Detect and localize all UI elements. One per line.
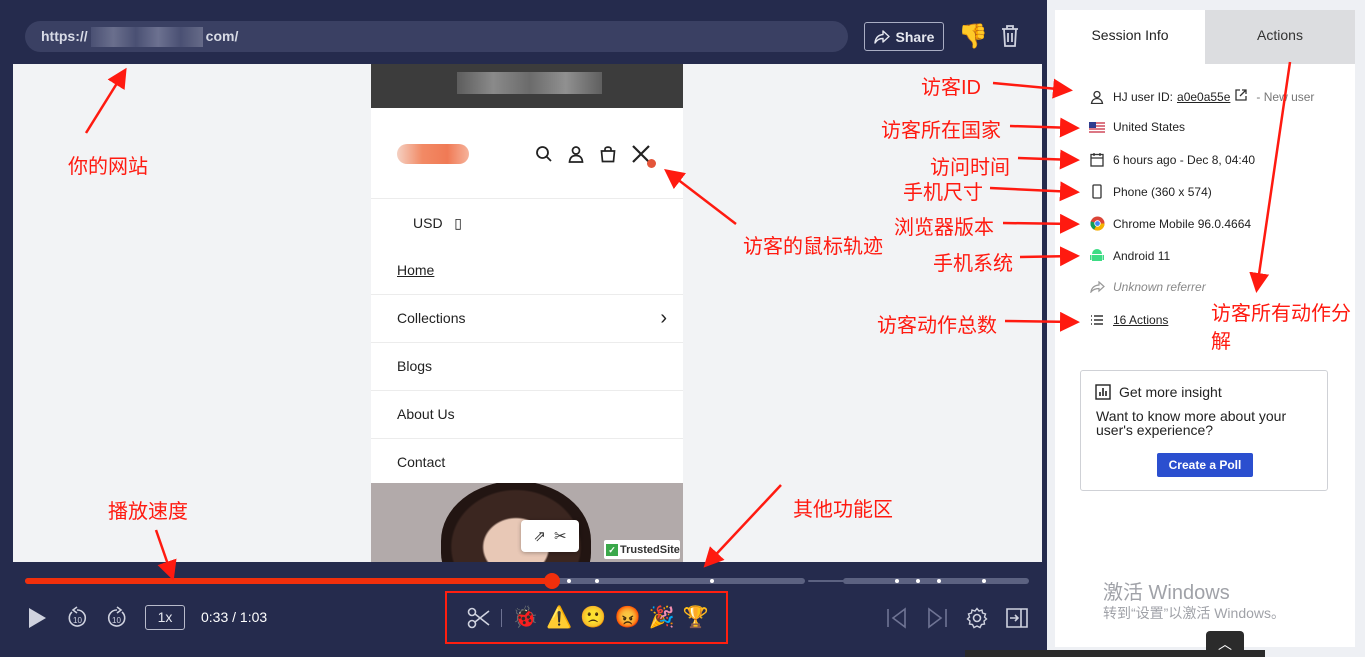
menu-item-contact[interactable]: Contact xyxy=(371,439,683,487)
country-row: United States xyxy=(1089,120,1185,134)
thumbs-down-icon[interactable]: 👎 xyxy=(958,22,988,51)
trusted-site-badge: ✓ TrustedSite xyxy=(604,540,680,559)
phone-icon xyxy=(1089,184,1105,199)
annotation-browser: 浏览器版本 xyxy=(894,217,994,239)
browser-row: Chrome Mobile 96.0.4664 xyxy=(1089,216,1251,231)
annotation-other: 其他功能区 xyxy=(793,499,893,521)
rewind-10-icon[interactable]: 10 xyxy=(66,606,88,630)
close-menu-button[interactable] xyxy=(631,144,656,168)
url-redacted xyxy=(90,27,203,48)
timeline-event-marker[interactable] xyxy=(916,579,920,583)
svg-text:10: 10 xyxy=(112,616,121,625)
external-link-icon[interactable] xyxy=(1234,88,1248,105)
annotation-visitor-id: 访客ID xyxy=(921,77,981,99)
user-id-link[interactable]: a0e0a55e xyxy=(1177,90,1230,104)
forward-10-icon[interactable]: 10 xyxy=(106,606,128,630)
svg-text:10: 10 xyxy=(73,616,82,625)
play-icon[interactable] xyxy=(26,606,48,630)
scissors-icon[interactable]: ✂ xyxy=(554,527,567,545)
user-icon xyxy=(1089,90,1105,104)
share-icon[interactable]: ⇗ xyxy=(533,527,546,545)
playback-timeline[interactable] xyxy=(25,573,1029,589)
scissors-icon[interactable] xyxy=(467,606,491,630)
share-icon xyxy=(873,29,890,44)
timeline-event-marker[interactable] xyxy=(895,579,899,583)
settings-gear-icon[interactable] xyxy=(966,607,988,629)
calendar-icon xyxy=(1089,152,1105,167)
create-poll-button[interactable]: Create a Poll xyxy=(1157,453,1253,477)
menu-item-collections[interactable]: Collections › xyxy=(371,295,683,343)
actions-count-link[interactable]: 16 Actions xyxy=(1113,313,1168,327)
search-icon[interactable] xyxy=(535,145,553,163)
clip-share-popover[interactable]: ⇗ ✂ xyxy=(521,520,579,552)
device-row: Phone (360 x 574) xyxy=(1089,184,1212,199)
chevron-right-icon: › xyxy=(660,307,667,329)
trophy-reaction-icon[interactable]: 🏆 xyxy=(683,606,709,630)
account-icon[interactable] xyxy=(567,145,585,163)
timeline-event-marker[interactable] xyxy=(982,579,986,583)
annotation-website: 你的网站 xyxy=(68,156,148,178)
playback-time: 0:33 / 1:03 xyxy=(201,609,268,625)
tab-session-info[interactable]: Session Info xyxy=(1055,10,1205,64)
website-preview: USD ▯ Home Collections › Blogs About Us C… xyxy=(371,64,683,562)
us-flag-icon xyxy=(1089,121,1105,133)
url-prefix: https:// xyxy=(41,28,88,44)
annotation-os: 手机系统 xyxy=(933,253,1013,275)
share-icon xyxy=(1089,281,1105,293)
cart-icon[interactable] xyxy=(599,145,617,163)
referrer-row: Unknown referrer xyxy=(1089,280,1206,294)
trash-icon[interactable] xyxy=(1000,24,1020,53)
insight-card: Get more insight Want to know more about… xyxy=(1080,370,1328,491)
site-logo xyxy=(397,144,469,164)
annotation-speed: 播放速度 xyxy=(108,501,188,523)
warning-reaction-icon[interactable]: ⚠️ xyxy=(546,606,572,630)
list-icon xyxy=(1089,314,1105,326)
bug-reaction-icon[interactable]: 🐞 xyxy=(512,606,538,630)
annotation-actions-total: 访客动作总数 xyxy=(877,315,997,337)
next-event-icon[interactable] xyxy=(925,607,949,629)
user-id-row: HJ user ID: a0e0a55e - New user xyxy=(1089,88,1314,105)
confused-reaction-icon[interactable]: 🙁 xyxy=(580,606,606,630)
menu-item-blogs[interactable]: Blogs xyxy=(371,343,683,391)
announcement-bar xyxy=(371,64,683,108)
exit-fullscreen-icon[interactable] xyxy=(1005,607,1029,629)
url-bar: https:// com/ xyxy=(25,21,848,52)
chrome-icon xyxy=(1089,216,1105,231)
reactions-toolbar: 🐞 ⚠️ 🙁 😡 🎉 🏆 xyxy=(445,591,728,644)
mouse-cursor-marker xyxy=(647,159,656,168)
timeline-event-marker[interactable] xyxy=(595,579,599,583)
os-row: Android 11 xyxy=(1089,248,1170,263)
menu-item-about-us[interactable]: About Us xyxy=(371,391,683,439)
party-reaction-icon[interactable]: 🎉 xyxy=(649,606,675,630)
playback-speed-button[interactable]: 1x xyxy=(145,605,185,630)
angry-reaction-icon[interactable]: 😡 xyxy=(614,606,640,630)
annotation-country: 访客所在国家 xyxy=(881,120,1001,142)
timeline-scrubber[interactable] xyxy=(544,573,560,589)
bar-chart-icon xyxy=(1095,384,1111,400)
timeline-event-marker[interactable] xyxy=(710,579,714,583)
check-icon: ✓ xyxy=(606,543,618,556)
currency-selector[interactable]: USD ▯ xyxy=(371,199,683,247)
timeline-event-marker[interactable] xyxy=(567,579,571,583)
tab-actions[interactable]: Actions xyxy=(1205,10,1355,64)
session-sidebar: Session Info Actions HJ user ID: a0e0a55… xyxy=(1055,10,1355,647)
annotation-all-actions: 访客所有动作分 xyxy=(1211,303,1351,325)
timeline-event-marker[interactable] xyxy=(937,579,941,583)
annotation-all-actions-cont: 解 xyxy=(1211,331,1231,353)
annotation-mouse-track: 访客的鼠标轨迹 xyxy=(743,236,883,258)
windows-watermark-subtext: 转到“设置”以激活 Windows。 xyxy=(1103,605,1286,621)
previous-event-icon[interactable] xyxy=(885,607,909,629)
annotation-phone-size: 手机尺寸 xyxy=(903,182,983,204)
android-icon xyxy=(1089,248,1105,263)
visit-time-row: 6 hours ago - Dec 8, 04:40 xyxy=(1089,152,1255,167)
menu-item-home[interactable]: Home xyxy=(371,247,683,295)
actions-row: 16 Actions xyxy=(1089,313,1168,327)
windows-watermark: 激活 Windows xyxy=(1103,582,1230,604)
share-button[interactable]: Share xyxy=(864,22,944,51)
chevron-up-icon[interactable]: ︿ xyxy=(1206,631,1244,657)
site-header xyxy=(371,108,683,199)
url-suffix: com/ xyxy=(205,28,239,44)
timeline-played xyxy=(25,578,552,584)
